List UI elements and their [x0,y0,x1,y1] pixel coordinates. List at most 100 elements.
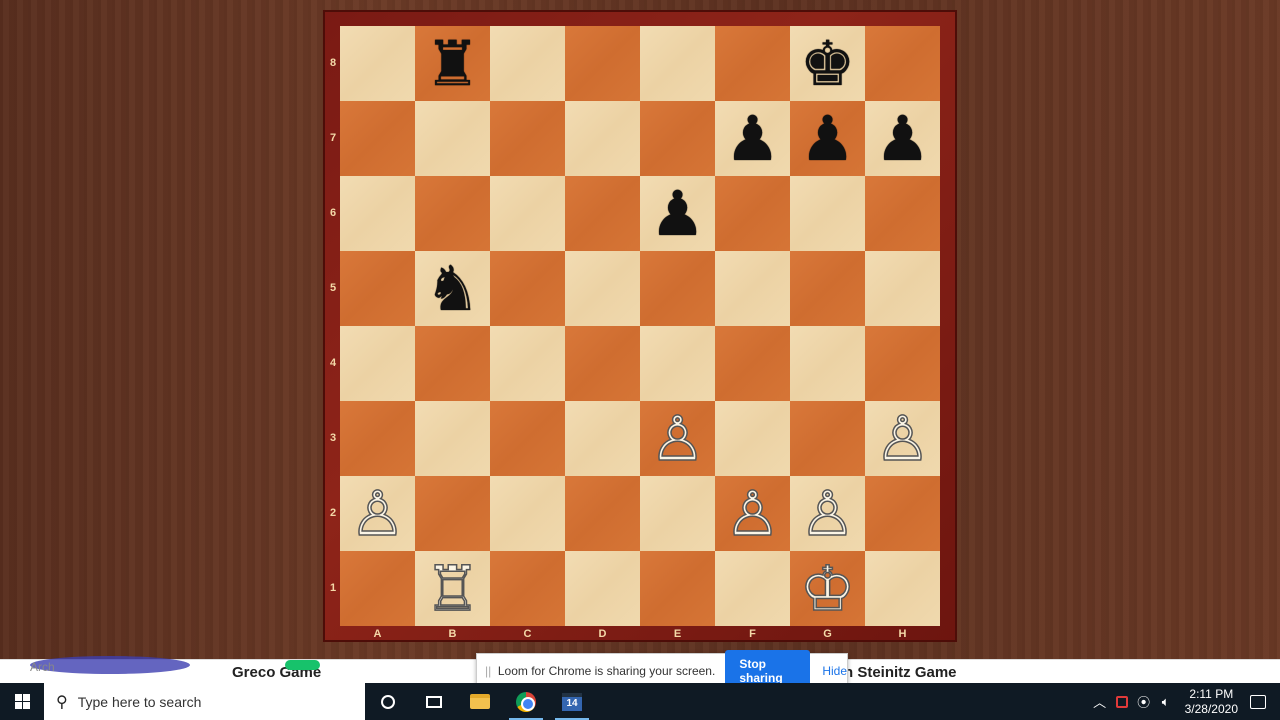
piece-g1[interactable]: ♔ [799,556,856,620]
square-c5[interactable] [490,251,565,326]
square-c7[interactable] [490,101,565,176]
clock[interactable]: 2:11 PM 3/28/2020 [1185,687,1238,717]
square-d6[interactable] [565,176,640,251]
square-g4[interactable] [790,326,865,401]
square-g6[interactable] [790,176,865,251]
square-h3[interactable]: ♙ [865,401,940,476]
rank-label: 6 [329,207,337,219]
square-c4[interactable] [490,326,565,401]
square-a5[interactable] [340,251,415,326]
square-f1[interactable] [715,551,790,626]
square-b7[interactable] [415,101,490,176]
file-label: G [823,628,832,640]
square-e4[interactable] [640,326,715,401]
square-b8[interactable]: ♜ [415,26,490,101]
square-c6[interactable] [490,176,565,251]
piece-a2[interactable]: ♙ [349,481,406,545]
square-b5[interactable]: ♞ [415,251,490,326]
rank-label: 5 [329,282,337,294]
square-b4[interactable] [415,326,490,401]
piece-b8[interactable]: ♜ [425,32,481,95]
chess-board[interactable]: ♜ ♚ ♟ ♟ ♟ ♟ ♞ ♙ ♙ ♙ ♙ ♙ ♖ ♔ [340,26,940,626]
square-c1[interactable] [490,551,565,626]
taskbar-search[interactable]: ⚲ Type here to search [44,683,365,720]
square-b2[interactable] [415,476,490,551]
square-a6[interactable] [340,176,415,251]
calendar-app-button[interactable]: 14 [549,683,595,720]
square-f6[interactable] [715,176,790,251]
square-h4[interactable] [865,326,940,401]
square-d5[interactable] [565,251,640,326]
cortana-button[interactable] [365,683,411,720]
square-e6[interactable]: ♟ [640,176,715,251]
square-h6[interactable] [865,176,940,251]
start-button[interactable] [0,683,44,720]
square-d3[interactable] [565,401,640,476]
square-d2[interactable] [565,476,640,551]
piece-h3[interactable]: ♙ [874,406,931,470]
square-f5[interactable] [715,251,790,326]
square-c3[interactable] [490,401,565,476]
square-a2[interactable]: ♙ [340,476,415,551]
square-e8[interactable] [640,26,715,101]
square-b6[interactable] [415,176,490,251]
square-f8[interactable] [715,26,790,101]
piece-g7[interactable]: ♟ [800,107,856,170]
piece-g8[interactable]: ♚ [800,32,856,95]
square-e5[interactable] [640,251,715,326]
square-a4[interactable] [340,326,415,401]
square-c8[interactable] [490,26,565,101]
square-h8[interactable] [865,26,940,101]
square-d1[interactable] [565,551,640,626]
security-icon[interactable] [1115,695,1128,708]
task-view-button[interactable] [411,683,457,720]
piece-b1[interactable]: ♖ [424,556,481,620]
square-f3[interactable] [715,401,790,476]
square-h1[interactable] [865,551,940,626]
square-e1[interactable] [640,551,715,626]
chrome-button[interactable] [503,683,549,720]
square-h5[interactable] [865,251,940,326]
square-f7[interactable]: ♟ [715,101,790,176]
square-b3[interactable] [415,401,490,476]
piece-f7[interactable]: ♟ [725,107,781,170]
piece-e6[interactable]: ♟ [650,182,706,245]
notification-icon[interactable] [1250,694,1266,709]
square-e3[interactable]: ♙ [640,401,715,476]
square-d7[interactable] [565,101,640,176]
wifi-icon[interactable]: ⦿ [1133,692,1155,711]
square-b1[interactable]: ♖ [415,551,490,626]
square-d8[interactable] [565,26,640,101]
square-h2[interactable] [865,476,940,551]
drag-handle-icon[interactable]: || [485,664,496,678]
piece-e3[interactable]: ♙ [649,406,706,470]
volume-icon[interactable]: 🔈︎ [1155,694,1177,710]
square-a1[interactable] [340,551,415,626]
square-c2[interactable] [490,476,565,551]
rank-label: 1 [329,582,337,594]
piece-f2[interactable]: ♙ [724,481,781,545]
square-f4[interactable] [715,326,790,401]
task-view-icon [426,695,442,708]
square-f2[interactable]: ♙ [715,476,790,551]
square-d4[interactable] [565,326,640,401]
chevron-up-icon[interactable]: ︿ [1089,692,1111,711]
square-a7[interactable] [340,101,415,176]
square-g1[interactable]: ♔ [790,551,865,626]
square-e2[interactable] [640,476,715,551]
piece-g2[interactable]: ♙ [799,481,856,545]
square-h7[interactable]: ♟ [865,101,940,176]
file-explorer-button[interactable] [457,683,503,720]
piece-b5[interactable]: ♞ [425,257,481,320]
square-a3[interactable] [340,401,415,476]
square-g3[interactable] [790,401,865,476]
square-g7[interactable]: ♟ [790,101,865,176]
piece-h7[interactable]: ♟ [875,107,931,170]
square-e7[interactable] [640,101,715,176]
hide-button[interactable]: Hide [822,664,847,678]
steinitz-game-title[interactable]: n Steinitz Game [844,664,957,681]
square-g8[interactable]: ♚ [790,26,865,101]
square-g5[interactable] [790,251,865,326]
square-g2[interactable]: ♙ [790,476,865,551]
square-a8[interactable] [340,26,415,101]
